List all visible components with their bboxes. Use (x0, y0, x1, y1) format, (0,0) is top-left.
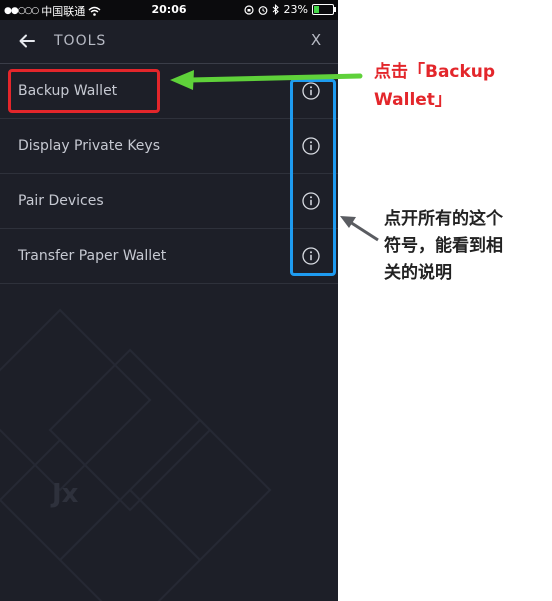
close-button[interactable]: X (306, 31, 326, 49)
arrow-left-icon[interactable] (16, 30, 38, 52)
battery-level (314, 6, 319, 13)
gray-arrow-icon (340, 216, 379, 242)
list-item-label: Display Private Keys (18, 138, 160, 154)
list-item-label: Transfer Paper Wallet (18, 248, 167, 264)
alarm-icon (258, 5, 267, 15)
status-bar: ●●○○○ 中国联通 20:06 23% (0, 0, 338, 20)
callout-line: Wallet」 (374, 90, 452, 110)
battery-icon (312, 4, 336, 15)
status-icons: 23% (243, 3, 336, 16)
app-header: TOOLS X (0, 20, 338, 64)
highlight-info-icons (290, 79, 336, 276)
callout-backup-wallet: 点击「Backup Wallet」 (374, 58, 495, 114)
rotation-lock-icon (243, 4, 254, 15)
list-item-transfer-paper-wallet[interactable]: Transfer Paper Wallet (0, 229, 338, 284)
list-item-label: Pair Devices (18, 193, 104, 209)
callout-info-icons: 点开所有的这个 符号，能看到相 关的说明 (384, 206, 544, 287)
background-pattern: Jx (0, 308, 272, 601)
page-title: TOOLS (54, 33, 107, 49)
jx-watermark: Jx (50, 479, 79, 509)
list-item-display-private-keys[interactable]: Display Private Keys (0, 119, 338, 174)
bluetooth-icon (272, 4, 279, 15)
callout-line: 符号，能看到相 (384, 236, 503, 256)
list-item-pair-devices[interactable]: Pair Devices (0, 174, 338, 229)
battery-percent: 23% (283, 3, 308, 16)
callout-line: 点击「Backup (374, 62, 496, 82)
highlight-backup-wallet (8, 69, 160, 113)
callout-line: 关的说明 (384, 263, 452, 283)
callout-line: 点开所有的这个 (384, 209, 503, 229)
